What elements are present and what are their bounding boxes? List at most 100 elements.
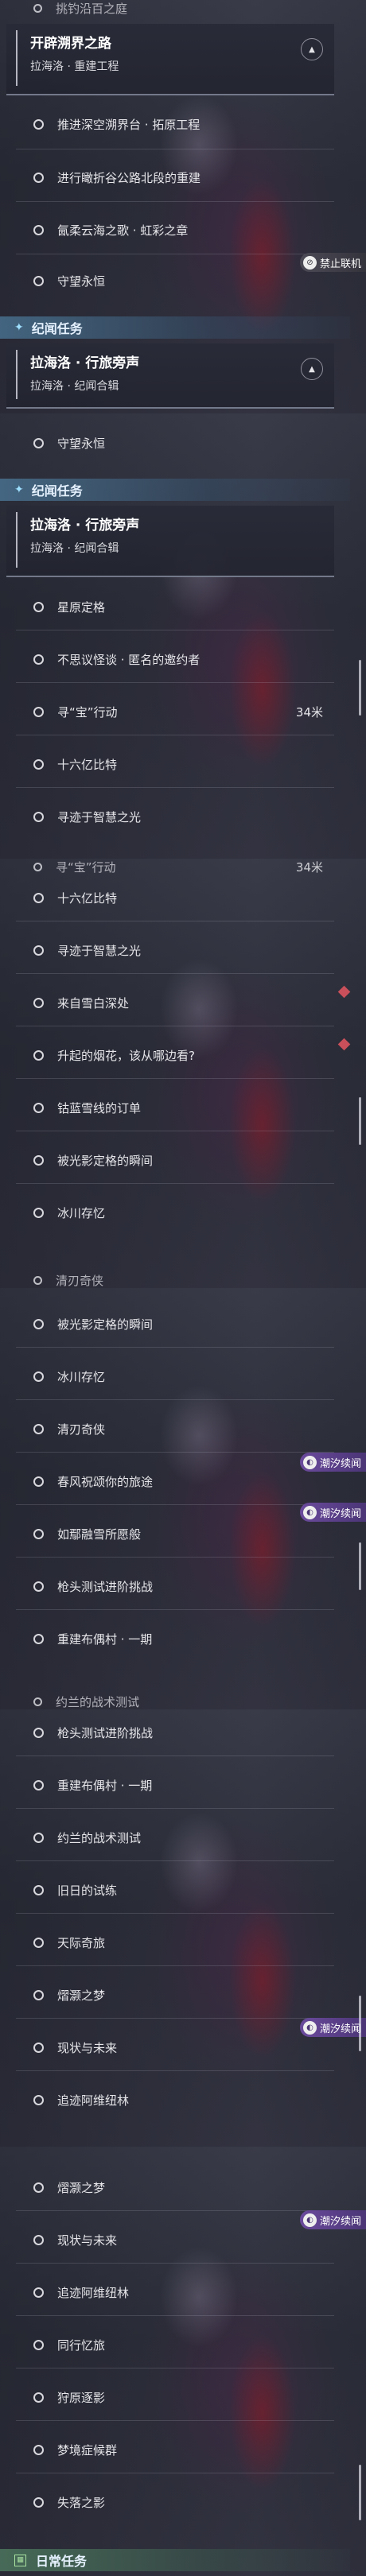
- quest-item[interactable]: 守望永恒: [0, 425, 334, 461]
- quest-item[interactable]: 进行瞰折谷公路北段的重建: [0, 159, 334, 196]
- quest-item[interactable]: 清刃奇侠: [0, 1272, 334, 1288]
- quest-label: 推进深空溯界台 · 拓原工程: [57, 117, 201, 132]
- status-circle-icon: [33, 862, 42, 871]
- quest-item[interactable]: 冰川存忆: [0, 1358, 334, 1395]
- quest-item[interactable]: 星原定格: [0, 588, 334, 625]
- quest-item[interactable]: 来自雪白深处: [0, 984, 334, 1021]
- quest-item[interactable]: 推进深空溯界台 · 拓原工程: [0, 106, 334, 142]
- badge-label: 禁止联机: [319, 258, 361, 270]
- section-header-daily-quests[interactable]: ▦ 日常任务: [0, 2549, 350, 2571]
- quest-item[interactable]: 如鄢融雪所愿般: [0, 1515, 334, 1552]
- quest-label: 十六亿比特: [57, 890, 118, 906]
- quest-group-card[interactable]: 拉海洛 · 行旅旁声 拉海洛 · 纪闻合辑 ▲: [6, 343, 334, 409]
- divider: [16, 682, 334, 683]
- quest-item[interactable]: 熠灏之梦: [0, 2169, 334, 2206]
- quest-item[interactable]: 春风祝颂你的旅途: [0, 1463, 334, 1499]
- status-circle-icon: [33, 1102, 44, 1113]
- quest-item[interactable]: 冰川存忆: [0, 1194, 334, 1231]
- divider: [16, 1452, 334, 1453]
- divider: [16, 2018, 334, 2019]
- quest-item[interactable]: 同行忆旅: [0, 2326, 334, 2363]
- quest-group-card[interactable]: 开辟溯界之路 拉海洛 · 重建工程 ▲: [6, 24, 334, 95]
- quest-item[interactable]: 重建布偶村 · 一期: [0, 1767, 334, 1803]
- scrollbar-thumb[interactable]: [359, 660, 361, 716]
- quest-item[interactable]: 旧日的试练: [0, 1872, 334, 1908]
- quest-item[interactable]: 清刃奇侠: [0, 1410, 334, 1447]
- section-header-side-quests[interactable]: ✦ 纪闻任务: [0, 316, 350, 339]
- quest-item[interactable]: 升起的烟花，该从哪边看?: [0, 1037, 347, 1073]
- quest-item[interactable]: 被光影定格的瞬间: [0, 1305, 334, 1342]
- quest-item[interactable]: 约兰的战术测试: [0, 1693, 334, 1709]
- badge-label: 潮汐续闻: [319, 2023, 361, 2035]
- quest-item[interactable]: 十六亿比特: [0, 746, 334, 782]
- quest-item[interactable]: 寻“宝”行动 34米: [0, 693, 334, 730]
- quest-item[interactable]: 守望永恒: [0, 262, 334, 299]
- status-circle-icon: [33, 275, 44, 286]
- scrollbar-thumb[interactable]: [359, 2465, 361, 2520]
- quest-label: 星原定格: [57, 599, 106, 615]
- quest-item[interactable]: 重建布偶村 · 一期: [0, 1620, 334, 1657]
- status-circle-icon: [33, 1154, 44, 1166]
- quest-label: 寻迹于智慧之光: [57, 943, 142, 958]
- quest-item[interactable]: 熠灏之梦: [0, 1977, 334, 2013]
- quest-label: 狩原逐影: [57, 2390, 106, 2405]
- quest-item[interactable]: 现状与未来: [0, 2221, 334, 2258]
- quest-item[interactable]: 挑钓沿百之庭: [0, 0, 334, 16]
- quest-item[interactable]: 寻“宝”行动 34米: [0, 859, 334, 875]
- status-circle-icon: [33, 1779, 44, 1790]
- divider: [16, 973, 334, 974]
- quest-item[interactable]: 现状与未来: [0, 2029, 334, 2066]
- quest-item[interactable]: 追迹阿维纽林: [0, 2081, 334, 2118]
- quest-panel-frame-2: 守望永恒 ✦ 纪闻任务 拉海洛 · 行旅旁声 拉海洛 · 纪闻合辑 星原定格 不…: [0, 413, 366, 860]
- scrollbar-thumb[interactable]: [359, 1542, 361, 1590]
- quest-label: 追迹阿维纽林: [57, 2285, 130, 2300]
- quest-item[interactable]: 狩原逐影: [0, 2379, 334, 2415]
- quest-item[interactable]: 寻迹于智慧之光: [0, 798, 334, 835]
- quest-label: 挑钓沿百之庭: [56, 1, 128, 16]
- quest-label: 枪头测试进阶挑战: [57, 1725, 154, 1740]
- status-circle-icon: [33, 1049, 44, 1061]
- group-title: 开辟溯界之路: [30, 36, 111, 52]
- distance-label: 34米: [295, 859, 323, 875]
- collapse-toggle-icon[interactable]: ▲: [301, 358, 323, 380]
- quest-label: 梦境症候群: [57, 2442, 118, 2458]
- status-circle-icon: [33, 1937, 44, 1948]
- status-circle-icon: [33, 2094, 44, 2105]
- scrollbar-thumb[interactable]: [359, 1097, 361, 1145]
- quest-item[interactable]: 十六亿比特: [0, 879, 334, 916]
- status-circle-icon: [33, 2287, 44, 2298]
- status-circle-icon: [33, 437, 44, 448]
- quest-panel-frame-1: 挑钓沿百之庭 开辟溯界之路 拉海洛 · 重建工程 ▲ 推进深空溯界台 · 拓原工…: [0, 0, 366, 415]
- quest-label: 清刃奇侠: [56, 1273, 104, 1288]
- quest-item[interactable]: 枪头测试进阶挑战: [0, 1714, 334, 1751]
- quest-item[interactable]: 被光影定格的瞬间: [0, 1142, 334, 1178]
- status-circle-icon: [33, 2234, 44, 2245]
- quest-item[interactable]: 约兰的战术测试: [0, 1819, 334, 1856]
- divider: [16, 1755, 334, 1756]
- collapse-toggle-icon[interactable]: ▲: [301, 38, 323, 60]
- quest-item[interactable]: 寻迹于智慧之光: [0, 932, 334, 968]
- tide-sequel-badge: ◐ 潮汐续闻: [299, 2210, 366, 2229]
- quest-item[interactable]: 梦境症候群: [0, 2431, 334, 2468]
- status-circle-icon: [33, 2182, 44, 2193]
- status-circle-icon: [33, 1989, 44, 2000]
- quest-group-card[interactable]: 拉海洛 · 行旅旁声 拉海洛 · 纪闻合辑: [6, 506, 334, 577]
- status-circle-icon: [33, 654, 44, 665]
- section-title: 日常任务: [36, 2554, 88, 2569]
- quest-label: 被光影定格的瞬间: [57, 1317, 154, 1332]
- quest-item[interactable]: 天际奇旅: [0, 1924, 334, 1961]
- quest-item[interactable]: 钴蓝雪线的订单: [0, 1089, 334, 1126]
- quest-item[interactable]: 不思议怪谈 · 匿名的邀约者: [0, 641, 334, 677]
- quest-item[interactable]: 追迹阿维纽林: [0, 2274, 334, 2310]
- quest-item[interactable]: 枪头测试进阶挑战: [0, 1568, 334, 1604]
- quest-label: 守望永恒: [57, 274, 106, 289]
- quest-label: 追迹阿维纽林: [57, 2093, 130, 2108]
- status-circle-icon: [33, 3, 42, 13]
- quest-item[interactable]: 氤柔云海之歌 · 虹彩之章: [0, 211, 334, 248]
- scrollbar-thumb[interactable]: [359, 1996, 361, 2051]
- quest-label: 寻迹于智慧之光: [57, 809, 142, 824]
- divider: [16, 1860, 334, 1861]
- quest-item[interactable]: 失落之影: [0, 2484, 334, 2520]
- sparkle-icon: ✦: [14, 321, 24, 334]
- section-header-side-quests[interactable]: ✦ 纪闻任务: [0, 479, 350, 501]
